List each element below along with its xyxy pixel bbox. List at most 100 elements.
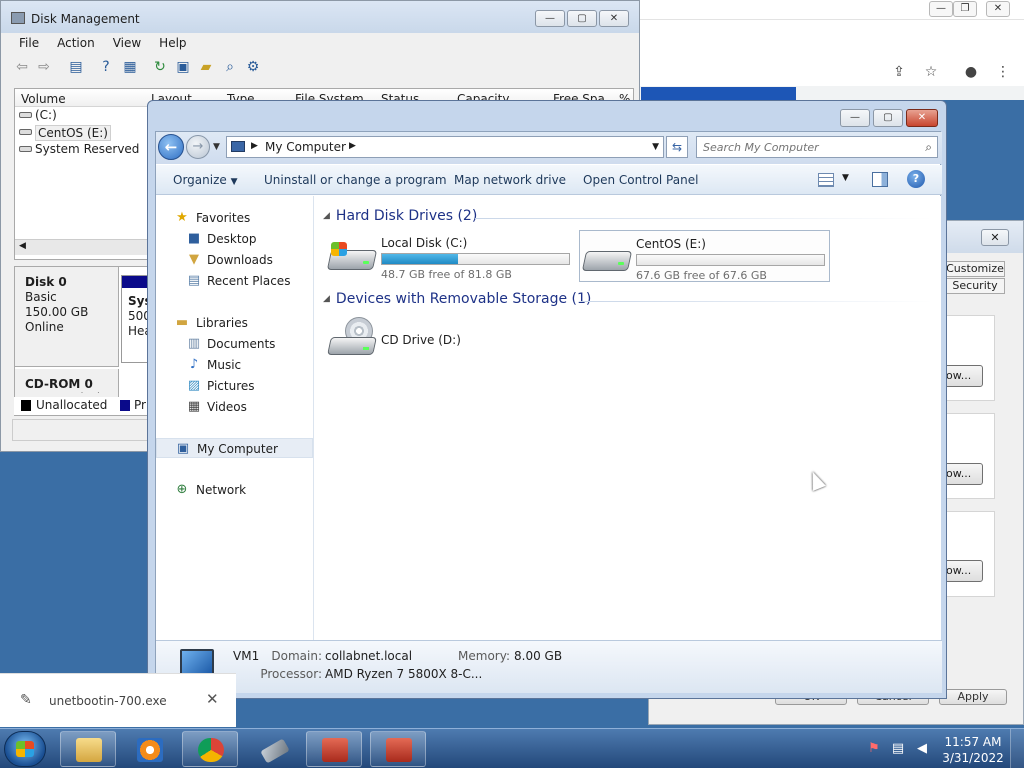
nav-network[interactable]: ⊕ Network xyxy=(156,480,313,500)
address-dropdown-icon[interactable]: ▼ xyxy=(652,142,659,152)
open-folder-icon[interactable]: ▰ xyxy=(197,58,215,76)
help-icon[interactable]: ? xyxy=(97,58,115,76)
nav-pictures[interactable]: ▨ Pictures xyxy=(156,376,313,396)
horizontal-scrollbar[interactable]: ◀ xyxy=(15,239,155,255)
dialog-show-button[interactable]: ow... xyxy=(943,463,983,485)
cdrom-panel[interactable]: CD-ROM 0 CD-ROM (D:) xyxy=(15,369,119,399)
minimize-button[interactable]: — xyxy=(535,10,565,27)
collapse-triangle-icon[interactable]: ◢ xyxy=(323,294,330,304)
nav-documents[interactable]: ▥ Documents xyxy=(156,334,313,354)
nav-music[interactable]: ♪ Music xyxy=(156,355,313,375)
breadcrumb-my-computer[interactable]: My Computer xyxy=(265,140,346,154)
back-arrow-icon[interactable]: ⇦ xyxy=(13,58,31,76)
breadcrumb-chevron-icon[interactable]: ▶ xyxy=(349,141,356,151)
open-control-panel-button[interactable]: Open Control Panel xyxy=(583,173,698,187)
close-icon[interactable]: ✕ xyxy=(206,690,219,708)
nav-favorites[interactable]: ★ Favorites xyxy=(156,208,313,228)
hard-drive-icon xyxy=(581,245,633,271)
rescan-icon[interactable]: ▣ xyxy=(174,58,192,76)
cd-drive-tile[interactable]: CD Drive (D:) xyxy=(325,313,525,365)
taskbar-media-player[interactable] xyxy=(121,731,177,767)
dialog-group-box xyxy=(943,413,995,499)
search-icon[interactable]: ⌕ xyxy=(925,140,932,155)
menu-action[interactable]: Action xyxy=(57,33,95,53)
search-box[interactable]: ⌕ xyxy=(696,136,938,158)
taskbar-chrome[interactable] xyxy=(182,731,238,767)
tab-customize[interactable]: Customize xyxy=(945,261,1005,277)
profile-icon[interactable]: ● xyxy=(961,62,981,82)
explorer-minimize-button[interactable]: — xyxy=(840,109,870,127)
back-button[interactable]: ← xyxy=(158,134,184,160)
forward-arrow-icon[interactable]: ⇨ xyxy=(35,58,53,76)
drive-tile-e[interactable]: CentOS (E:) 67.6 GB free of 67.6 GB xyxy=(579,230,830,282)
recent-pages-dropdown-icon[interactable]: ▼ xyxy=(213,142,220,152)
drive-tile-c[interactable]: Local Disk (C:) 48.7 GB free of 81.8 GB xyxy=(325,230,575,282)
dialog-show-button[interactable]: ow... xyxy=(943,365,983,387)
nav-my-computer[interactable]: ▣ My Computer xyxy=(156,438,313,458)
nav-libraries[interactable]: ▬ Libraries xyxy=(156,313,313,333)
show-desktop-button[interactable] xyxy=(1010,729,1024,768)
videos-icon: ▦ xyxy=(187,399,201,414)
more-menu-icon[interactable]: ⋮ xyxy=(993,62,1013,82)
map-network-drive-button[interactable]: Map network drive xyxy=(454,173,566,187)
nav-videos[interactable]: ▦ Videos xyxy=(156,397,313,417)
maximize-button[interactable]: ▢ xyxy=(567,10,597,27)
disk0-panel[interactable]: Disk 0 Basic 150.00 GB Online xyxy=(15,267,119,367)
column-volume[interactable]: Volume xyxy=(21,92,66,106)
address-bar[interactable]: ▶ My Computer ▶ ▼ xyxy=(226,136,664,158)
preview-pane-icon[interactable] xyxy=(872,172,888,187)
organize-button[interactable]: Organize ▼ xyxy=(173,173,238,187)
settings-icon[interactable]: ⚙ xyxy=(244,58,262,76)
properties-icon[interactable]: ▦ xyxy=(121,58,139,76)
taskbar-explorer[interactable] xyxy=(60,731,116,767)
download-filename[interactable]: unetbootin-700.exe xyxy=(49,694,167,708)
change-view-icon[interactable] xyxy=(818,173,834,187)
taskbar-computer-management[interactable] xyxy=(306,731,362,767)
drive-free-space: 48.7 GB free of 81.8 GB xyxy=(381,268,512,281)
tab-security[interactable]: Security xyxy=(945,278,1005,294)
browser-minimize-button[interactable]: — xyxy=(929,1,953,17)
menu-file[interactable]: File xyxy=(19,33,39,53)
menu-help[interactable]: Help xyxy=(159,33,186,53)
explorer-close-button[interactable]: ✕ xyxy=(906,109,938,127)
console-tree-icon[interactable]: ▤ xyxy=(67,58,85,76)
collapse-triangle-icon[interactable]: ◢ xyxy=(323,211,330,221)
dialog-close-button[interactable]: ✕ xyxy=(981,229,1009,246)
scroll-left-icon[interactable]: ◀ xyxy=(19,241,26,251)
clock[interactable]: 11:57 AM 3/31/2022 xyxy=(938,734,1008,766)
share-icon[interactable]: ⇪ xyxy=(889,62,909,82)
forward-button[interactable]: → xyxy=(186,135,210,159)
taskbar-unetbootin[interactable] xyxy=(246,731,302,767)
group-removable-storage[interactable]: ◢ Devices with Removable Storage (1) xyxy=(323,291,591,307)
drive-icon xyxy=(19,146,32,152)
volume-icon[interactable]: ◀ xyxy=(914,741,930,757)
refresh-button[interactable]: ⇆ xyxy=(666,136,688,158)
search-input[interactable] xyxy=(703,139,913,155)
nav-recent-places[interactable]: ▤ Recent Places xyxy=(156,271,313,291)
close-button[interactable]: ✕ xyxy=(599,10,629,27)
nav-desktop[interactable]: ■ Desktop xyxy=(156,229,313,249)
uninstall-button[interactable]: Uninstall or change a program xyxy=(264,173,447,187)
drive-usage-bar xyxy=(636,254,825,266)
legend-unallocated: Unallocated xyxy=(36,398,108,412)
download-file-icon: ✎ xyxy=(20,692,32,708)
breadcrumb-chevron-icon[interactable]: ▶ xyxy=(251,141,258,151)
start-button[interactable] xyxy=(4,731,46,767)
menu-view[interactable]: View xyxy=(113,33,141,53)
taskbar-disk-management[interactable] xyxy=(370,731,426,767)
star-icon[interactable]: ☆ xyxy=(921,62,941,82)
apply-button[interactable]: Apply xyxy=(939,689,1007,705)
refresh-icon[interactable]: ↻ xyxy=(151,58,169,76)
explorer-maximize-button[interactable]: ▢ xyxy=(873,109,903,127)
nav-downloads[interactable]: ▼ Downloads xyxy=(156,250,313,270)
rocket-icon xyxy=(260,738,290,764)
browser-close-button[interactable]: ✕ xyxy=(986,1,1010,17)
browser-restore-button[interactable]: ❐ xyxy=(953,1,977,17)
help-icon[interactable]: ? xyxy=(907,170,925,188)
search-disk-icon[interactable]: ⌕ xyxy=(221,58,239,76)
network-tray-icon[interactable]: ▤ xyxy=(890,741,906,757)
dialog-show-button[interactable]: ow... xyxy=(943,560,983,582)
group-hard-disk-drives[interactable]: ◢ Hard Disk Drives (2) xyxy=(323,208,477,224)
view-options-dropdown-icon[interactable]: ▼ xyxy=(842,173,849,183)
action-center-icon[interactable]: ⚑ xyxy=(866,741,882,757)
